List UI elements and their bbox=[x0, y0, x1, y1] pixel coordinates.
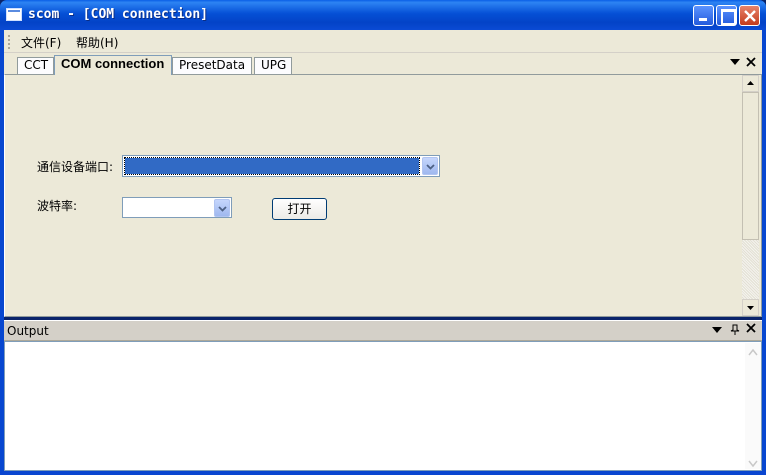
baud-rate-label: 波特率: bbox=[37, 199, 78, 213]
baud-rate-dropdown[interactable] bbox=[122, 197, 232, 218]
arrow-down-icon[interactable] bbox=[745, 455, 761, 471]
window-border-right bbox=[762, 30, 766, 475]
com-connection-panel: 通信设备端口: 波特率: 打开 bbox=[4, 74, 762, 317]
open-button[interactable]: 打开 bbox=[272, 198, 327, 220]
scroll-track[interactable] bbox=[742, 240, 759, 299]
port-dropdown[interactable] bbox=[122, 155, 440, 177]
output-text-area[interactable] bbox=[4, 341, 762, 471]
port-dropdown-button[interactable] bbox=[422, 157, 438, 175]
tab-presetdata[interactable]: PresetData bbox=[172, 57, 252, 74]
scroll-down-button[interactable] bbox=[742, 299, 759, 316]
arrow-up-icon bbox=[747, 81, 754, 85]
title-bar[interactable]: scom - [COM connection] bbox=[0, 0, 766, 30]
minimize-button[interactable] bbox=[693, 5, 714, 26]
app-icon bbox=[6, 8, 22, 21]
tab-close-icon[interactable] bbox=[746, 57, 756, 67]
menu-file[interactable]: 文件(F) bbox=[17, 33, 65, 52]
tab-upg[interactable]: UPG bbox=[254, 57, 292, 74]
app-window: scom - [COM connection] 文件(F) 帮助(H) CCT … bbox=[0, 0, 766, 475]
output-close-icon[interactable] bbox=[746, 323, 756, 333]
chevron-down-icon bbox=[218, 206, 227, 212]
pin-icon[interactable] bbox=[730, 324, 740, 336]
menu-help[interactable]: 帮助(H) bbox=[72, 33, 122, 52]
arrow-down-icon bbox=[747, 306, 754, 310]
maximize-button[interactable] bbox=[716, 5, 737, 26]
scroll-thumb[interactable] bbox=[742, 92, 759, 240]
close-icon bbox=[744, 10, 756, 22]
output-dropdown-icon[interactable] bbox=[712, 327, 722, 333]
window-title: scom - [COM connection] bbox=[28, 7, 209, 22]
scroll-up-button[interactable] bbox=[742, 75, 759, 92]
menu-bar: 文件(F) 帮助(H) bbox=[4, 30, 762, 52]
output-pane-header[interactable]: Output bbox=[4, 320, 762, 341]
tab-cct[interactable]: CCT bbox=[17, 57, 54, 74]
menubar-grip[interactable] bbox=[8, 35, 10, 49]
baud-rate-dropdown-button[interactable] bbox=[214, 199, 230, 217]
chevron-down-icon bbox=[426, 164, 435, 170]
close-button[interactable] bbox=[739, 5, 760, 26]
window-border-bottom bbox=[0, 471, 766, 475]
tab-com-connection[interactable]: COM connection bbox=[54, 55, 172, 75]
tab-strip: CCT COM connection PresetData UPG bbox=[4, 52, 762, 75]
main-vertical-scrollbar[interactable] bbox=[742, 75, 759, 316]
output-vertical-scrollbar[interactable] bbox=[745, 343, 761, 469]
arrow-up-icon[interactable] bbox=[745, 345, 761, 361]
port-label: 通信设备端口: bbox=[37, 160, 114, 174]
tab-list-dropdown-icon[interactable] bbox=[730, 59, 740, 65]
port-selected-value bbox=[124, 157, 420, 175]
output-title: Output bbox=[7, 324, 49, 338]
